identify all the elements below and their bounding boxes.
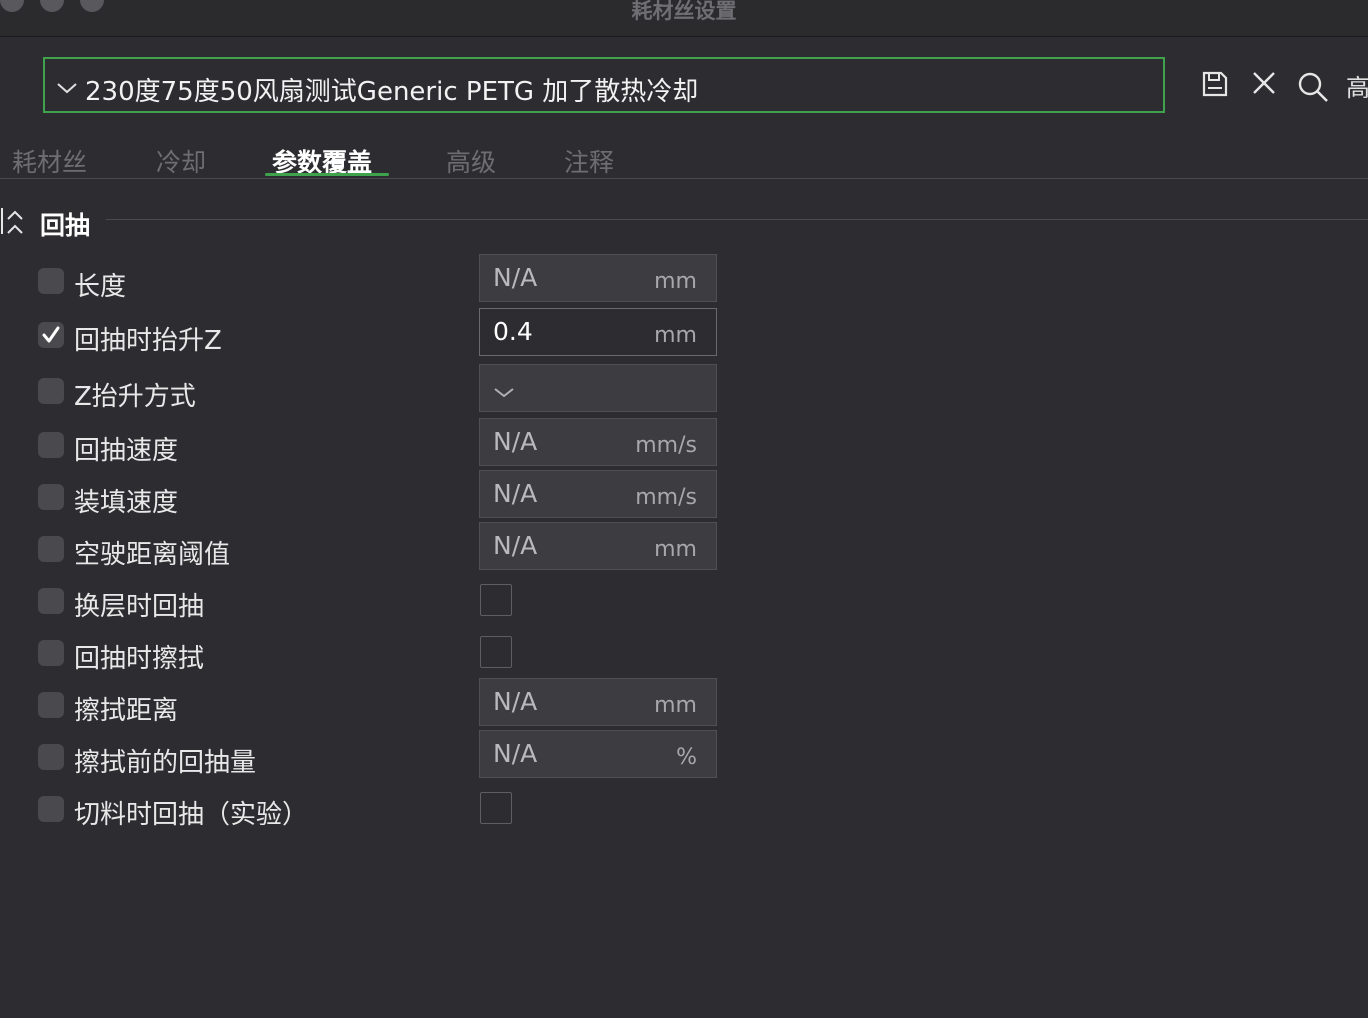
row-label: 回抽速度 (74, 436, 179, 466)
field-value: N/A (493, 531, 538, 560)
section-divider (106, 219, 1368, 220)
value-checkbox[interactable] (480, 792, 512, 824)
tab-bar: 耗材丝 冷却 参数覆盖 高级 注释 (0, 135, 1368, 179)
field-unit: mm/s (635, 485, 697, 510)
length-input[interactable]: N/A mm (479, 254, 717, 302)
chevron-down-icon (494, 383, 514, 402)
override-checkbox[interactable] (38, 588, 64, 614)
row-label: 切料时回抽（实验） (74, 800, 309, 830)
advanced-toggle-label[interactable]: 高 (1346, 68, 1368, 103)
row-label: 换层时回抽 (74, 592, 205, 622)
field-value: N/A (493, 687, 538, 716)
tab-divider (0, 178, 1368, 179)
tab-filament[interactable]: 耗材丝 (12, 143, 87, 179)
override-checkbox[interactable] (38, 640, 64, 666)
row-wipe-distance: 擦拭距离 N/A mm (0, 678, 900, 744)
row-travel-threshold: 空驶距离阈值 N/A mm (0, 522, 900, 588)
field-value: N/A (493, 479, 538, 508)
retract-before-wipe-input[interactable]: N/A % (479, 730, 717, 778)
override-checkbox[interactable] (38, 484, 64, 510)
field-unit: mm (654, 537, 697, 562)
z-hop-type-dropdown[interactable] (479, 364, 717, 412)
title-bar: 耗材丝设置 (0, 0, 1368, 37)
collapse-icon[interactable] (0, 206, 26, 240)
chevron-down-icon (57, 79, 77, 98)
field-unit: mm/s (635, 433, 697, 458)
row-label: 回抽时擦拭 (74, 644, 205, 674)
row-label: 装填速度 (74, 488, 179, 518)
preset-selector[interactable]: 230度75度50风扇测试Generic PETG 加了散热冷却 (43, 57, 1165, 113)
override-checkbox[interactable] (38, 796, 64, 822)
tab-advanced[interactable]: 高级 (446, 143, 496, 179)
row-label: 回抽时抬升Z (74, 326, 222, 356)
deretraction-speed-input[interactable]: N/A mm/s (479, 470, 717, 518)
window-title: 耗材丝设置 (631, 0, 737, 23)
field-value: N/A (493, 427, 538, 456)
field-unit: % (676, 745, 697, 770)
travel-threshold-input[interactable]: N/A mm (479, 522, 717, 570)
search-icon[interactable] (1296, 70, 1330, 108)
row-label: 擦拭前的回抽量 (74, 748, 257, 778)
section-title: 回抽 (40, 211, 91, 240)
field-unit: mm (654, 323, 697, 348)
row-wipe: 回抽时擦拭 (0, 636, 900, 692)
row-label: Z抬升方式 (74, 382, 196, 412)
tab-cooling[interactable]: 冷却 (156, 143, 206, 179)
row-retract-layer-change: 换层时回抽 (0, 584, 900, 640)
row-deretraction-speed: 装填速度 N/A mm/s (0, 470, 900, 536)
tab-notes[interactable]: 注释 (564, 143, 614, 179)
row-z-hop-type: Z抬升方式 (0, 364, 900, 430)
value-checkbox[interactable] (480, 584, 512, 616)
override-checkbox[interactable] (38, 536, 64, 562)
row-label: 长度 (74, 272, 127, 302)
override-checkbox[interactable] (38, 432, 64, 458)
override-checkbox[interactable] (38, 692, 64, 718)
row-retraction-speed: 回抽速度 N/A mm/s (0, 418, 900, 484)
active-tab-indicator (265, 173, 389, 176)
override-checkbox[interactable] (38, 322, 64, 348)
override-checkbox[interactable] (38, 378, 64, 404)
wipe-distance-input[interactable]: N/A mm (479, 678, 717, 726)
retraction-speed-input[interactable]: N/A mm/s (479, 418, 717, 466)
checkmark-icon (42, 326, 60, 343)
row-retract-before-wipe: 擦拭前的回抽量 N/A % (0, 730, 900, 796)
field-value: N/A (493, 739, 538, 768)
field-value: 0.4 (493, 317, 533, 346)
value-checkbox[interactable] (480, 636, 512, 668)
row-label: 擦拭距离 (74, 696, 179, 726)
override-checkbox[interactable] (38, 268, 64, 294)
close-icon[interactable] (1251, 70, 1277, 100)
row-retract-on-cut: 切料时回抽（实验） (0, 792, 900, 848)
row-z-hop: 回抽时抬升Z 0.4 mm (0, 308, 900, 374)
override-checkbox[interactable] (38, 744, 64, 770)
field-value: N/A (493, 263, 538, 292)
preset-name: 230度75度50风扇测试Generic PETG 加了散热冷却 (85, 77, 699, 107)
row-label: 空驶距离阈值 (74, 540, 231, 570)
field-unit: mm (654, 269, 697, 294)
row-retraction-length: 长度 N/A mm (0, 254, 900, 320)
z-hop-input[interactable]: 0.4 mm (479, 308, 717, 356)
save-icon[interactable] (1201, 70, 1229, 102)
field-unit: mm (654, 693, 697, 718)
